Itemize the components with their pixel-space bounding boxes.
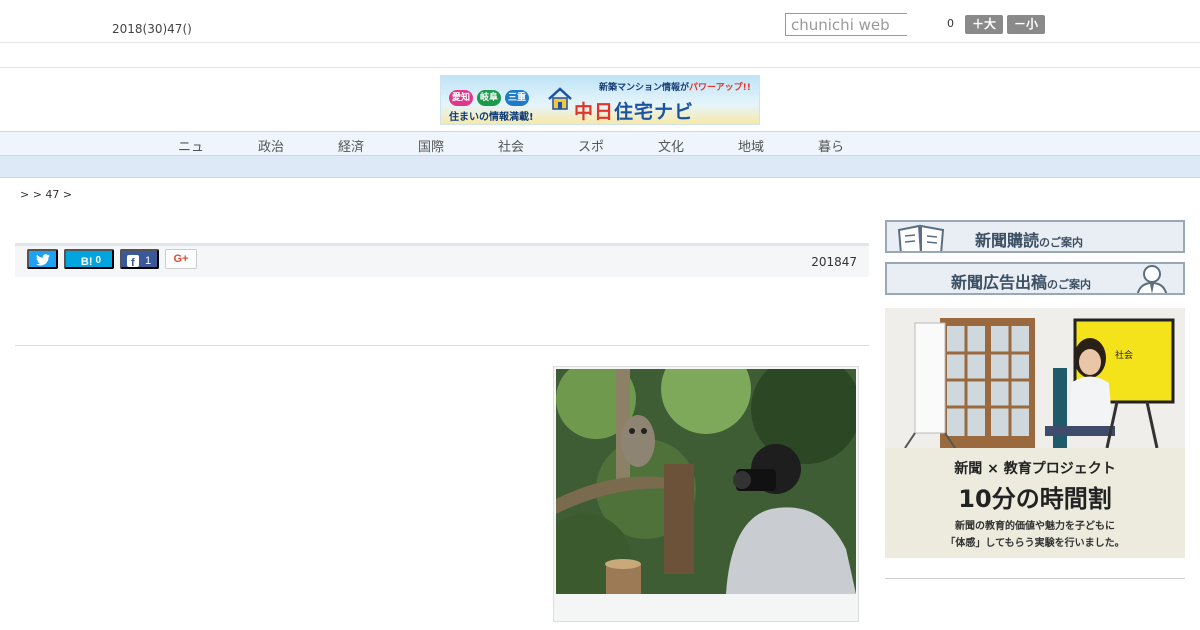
advertising-small: のご案内 <box>1047 278 1092 291</box>
banner-badge-aichi: 愛知 <box>449 90 473 106</box>
person-icon <box>1136 265 1168 293</box>
nav-item-region[interactable]: 地域 <box>738 136 764 155</box>
promo-line2: 10分の時間割 <box>958 485 1112 513</box>
banner-power-text: パワーアップ!! <box>689 83 751 93</box>
nav-item-economy[interactable]: 経済 <box>338 136 364 155</box>
facebook-icon: f <box>127 255 139 269</box>
top-bar: 2018(30)47() 0 ＋大 －小 <box>0 0 1200 43</box>
banner-logo: 中日住宅ナビ <box>574 97 694 124</box>
sub-nav <box>0 156 1200 178</box>
banner-badge-mie: 三重 <box>505 90 529 106</box>
banner-tagline: 住まいの情報満載! <box>449 112 534 123</box>
article-divider <box>15 345 869 346</box>
article-photo-owl-photographer[interactable] <box>556 369 856 594</box>
nav-item-culture[interactable]: 文化 <box>658 136 684 155</box>
promo-line3: 新聞の教育的価値や魅力を子どもに <box>955 521 1115 532</box>
facebook-count: 1 <box>145 255 152 267</box>
book-icon <box>897 224 945 251</box>
banner-badge-gifu: 岐阜 <box>477 90 501 106</box>
subscription-main: 新聞購読 <box>975 231 1040 250</box>
promo-screen-text: 社会 <box>1115 349 1133 361</box>
classroom-illustration: 社会 <box>885 308 1185 448</box>
promo-photo: 社会 <box>885 308 1185 448</box>
house-icon <box>548 87 572 110</box>
banner-top-text: 新築マンション情報がパワーアップ!! <box>599 80 751 93</box>
housing-navi-banner[interactable]: 愛知 岐阜 三重 住まいの情報満載! 新築マンション情報がパワーアップ!! 中日… <box>440 75 760 125</box>
advertising-info-button[interactable]: 新聞広告出稿のご案内 <box>885 262 1185 295</box>
hatena-label: B! <box>80 256 93 268</box>
hatena-count: 0 <box>95 255 102 266</box>
nav-item-society[interactable]: 社会 <box>498 136 524 155</box>
nav-item-world[interactable]: 国際 <box>418 136 444 155</box>
promo-line1: 新聞 × 教育プロジェクト <box>954 461 1116 477</box>
share-row: B! 0 f 1 G+ 201847 <box>15 246 869 277</box>
subscription-small: のご案内 <box>1039 236 1084 249</box>
nav-item-news[interactable]: ニュ <box>178 136 204 155</box>
promo-line4: 「体感」してもらう実験を行いました。 <box>945 538 1125 549</box>
nav-item-sports[interactable]: スポ <box>578 136 604 155</box>
banner-logo-red: 中日 <box>574 101 615 123</box>
owl-photo-illustration <box>556 369 856 594</box>
article-photo-frame <box>553 366 859 622</box>
article-date: 201847 <box>811 255 857 269</box>
google-plus-share-button[interactable]: G+ <box>165 249 197 269</box>
header-count: 0 <box>947 17 954 30</box>
nav-item-politics[interactable]: 政治 <box>258 136 284 155</box>
font-size-down-button[interactable]: －小 <box>1007 15 1045 34</box>
search-input[interactable] <box>785 13 907 36</box>
main-nav: ニュ 政治 経済 国際 社会 スポ 文化 地域 暮ら <box>0 131 1200 156</box>
sidebar-divider <box>885 578 1185 579</box>
breadcrumb[interactable]: > > 47 > <box>20 188 72 201</box>
education-project-promo[interactable]: 社会 新聞 × 教育プロジェクト 10分の時間割 新聞の教育的価値や魅力を子ども… <box>885 308 1185 558</box>
subscription-info-button[interactable]: 新聞購読のご案内 <box>885 220 1185 253</box>
nav-item-life[interactable]: 暮ら <box>818 136 844 155</box>
banner-logo-blue: 住宅ナビ <box>614 101 695 123</box>
header-date: 2018(30)47() <box>112 22 192 36</box>
twitter-share-button[interactable] <box>27 249 58 269</box>
facebook-share-button[interactable]: f 1 <box>120 249 159 269</box>
banner-top-label: 新築マンション情報が <box>599 83 690 93</box>
advertising-main: 新聞広告出稿 <box>951 273 1048 292</box>
header-strip <box>0 44 1200 68</box>
subscription-info-label: 新聞購読のご案内 <box>975 227 1083 251</box>
font-size-up-button[interactable]: ＋大 <box>965 15 1003 34</box>
advertising-info-label: 新聞広告出稿のご案内 <box>951 269 1091 293</box>
hatena-bookmark-button[interactable]: B! 0 <box>64 249 114 269</box>
twitter-icon <box>35 254 50 266</box>
